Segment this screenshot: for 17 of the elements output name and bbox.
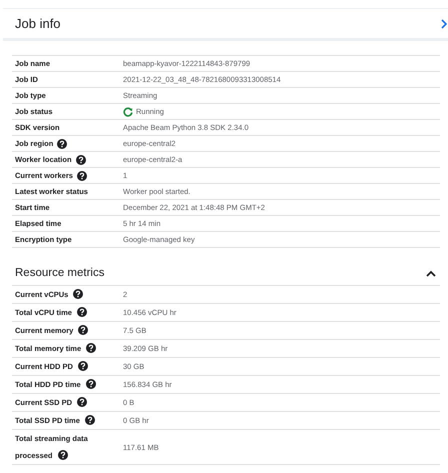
help-icon[interactable] — [57, 138, 68, 148]
chevron-right-icon[interactable] — [441, 18, 447, 28]
help-icon[interactable] — [86, 343, 96, 353]
panel-title: Job info — [15, 16, 61, 31]
help-icon[interactable] — [76, 307, 87, 317]
section-title: Resource metrics — [15, 267, 104, 279]
help-icon[interactable] — [73, 289, 84, 299]
help-icon[interactable] — [77, 397, 88, 407]
help-icon[interactable] — [76, 154, 86, 164]
help-icon[interactable] — [78, 325, 88, 335]
help-icon[interactable] — [76, 170, 87, 180]
running-status-icon — [123, 106, 133, 116]
chevron-icon[interactable] — [426, 270, 436, 276]
help-icon[interactable] — [84, 415, 95, 425]
help-icon[interactable] — [86, 379, 96, 389]
help-icon[interactable] — [58, 450, 68, 460]
help-icon[interactable] — [78, 361, 88, 371]
